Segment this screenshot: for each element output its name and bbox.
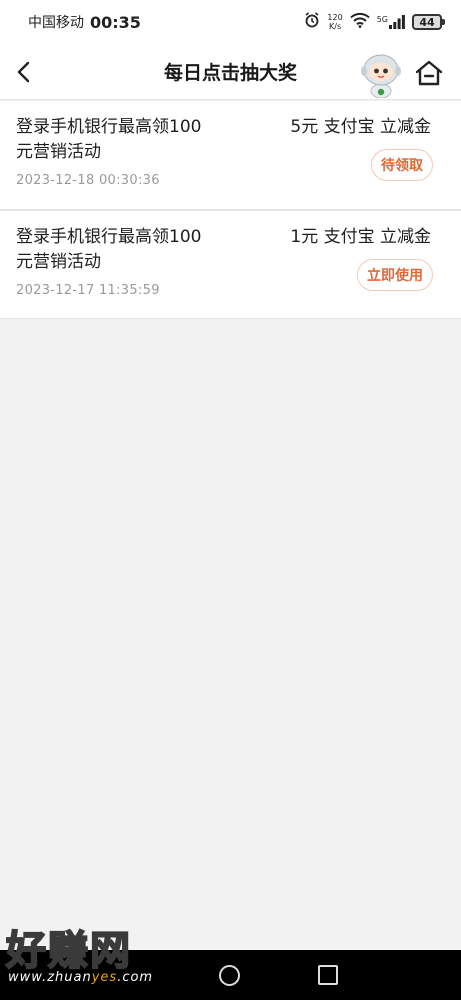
record-title: 登录手机银行最高领100元营销活动 bbox=[16, 227, 202, 272]
alarm-icon bbox=[304, 12, 320, 32]
watermark-url: www.zhuanyes.com bbox=[8, 970, 153, 985]
speed-unit: K/s bbox=[329, 22, 342, 31]
app-header: 每日点击抽大奖 bbox=[0, 44, 461, 100]
speed-value: 120 bbox=[327, 13, 343, 22]
clock: 00:35 bbox=[90, 12, 141, 32]
status-right: 120 K/s 5G 44 bbox=[304, 12, 445, 32]
home-button[interactable] bbox=[412, 56, 446, 90]
watermark-logo-text: 好赚网 bbox=[5, 927, 132, 975]
record-prize: 1元 支付宝 立减金 bbox=[290, 227, 431, 247]
nav-home-button[interactable] bbox=[219, 965, 240, 986]
status-left: 中国移动 00:35 bbox=[28, 12, 141, 32]
watermark-url-highlight: yes bbox=[91, 970, 118, 985]
nav-recent-apps-button[interactable] bbox=[318, 965, 338, 985]
use-now-button[interactable]: 立即使用 bbox=[357, 259, 433, 291]
battery-tip bbox=[442, 19, 445, 25]
list-item: 登录手机银行最高领100元营销活动 2023-12-18 00:30:36 5元… bbox=[0, 101, 461, 210]
status-bar: 中国移动 00:35 120 K/s 5G 44 bbox=[0, 0, 461, 44]
carrier-label: 中国移动 bbox=[28, 15, 84, 31]
battery-level: 44 bbox=[412, 14, 442, 30]
watermark-url-post: .com bbox=[117, 970, 154, 985]
list-item: 登录手机银行最高领100元营销活动 2023-12-17 11:35:59 1元… bbox=[0, 210, 461, 319]
home-icon bbox=[415, 60, 443, 86]
record-title: 登录手机银行最高领100元营销活动 bbox=[16, 117, 202, 162]
prize-record-list: 登录手机银行最高领100元营销活动 2023-12-18 00:30:36 5元… bbox=[0, 101, 461, 319]
network-speed: 120 K/s bbox=[327, 13, 342, 31]
record-date: 2023-12-18 00:30:36 bbox=[16, 173, 160, 188]
battery-icon: 44 bbox=[412, 14, 445, 30]
record-date: 2023-12-17 11:35:59 bbox=[16, 283, 160, 298]
claim-button[interactable]: 待领取 bbox=[371, 149, 433, 181]
screen: 中国移动 00:35 120 K/s 5G 44 每日点击抽大奖 登录手机银行最… bbox=[0, 0, 461, 1000]
network-type: 5G bbox=[376, 15, 388, 24]
watermark-url-pre: www.zhuan bbox=[8, 970, 92, 985]
watermark: 好赚网 www.zhuanyes.com bbox=[2, 918, 192, 990]
record-prize: 5元 支付宝 立减金 bbox=[290, 117, 431, 137]
signal-icon: 5G bbox=[377, 15, 405, 29]
wifi-icon bbox=[350, 12, 370, 32]
robot-mascot-icon[interactable] bbox=[358, 50, 404, 99]
